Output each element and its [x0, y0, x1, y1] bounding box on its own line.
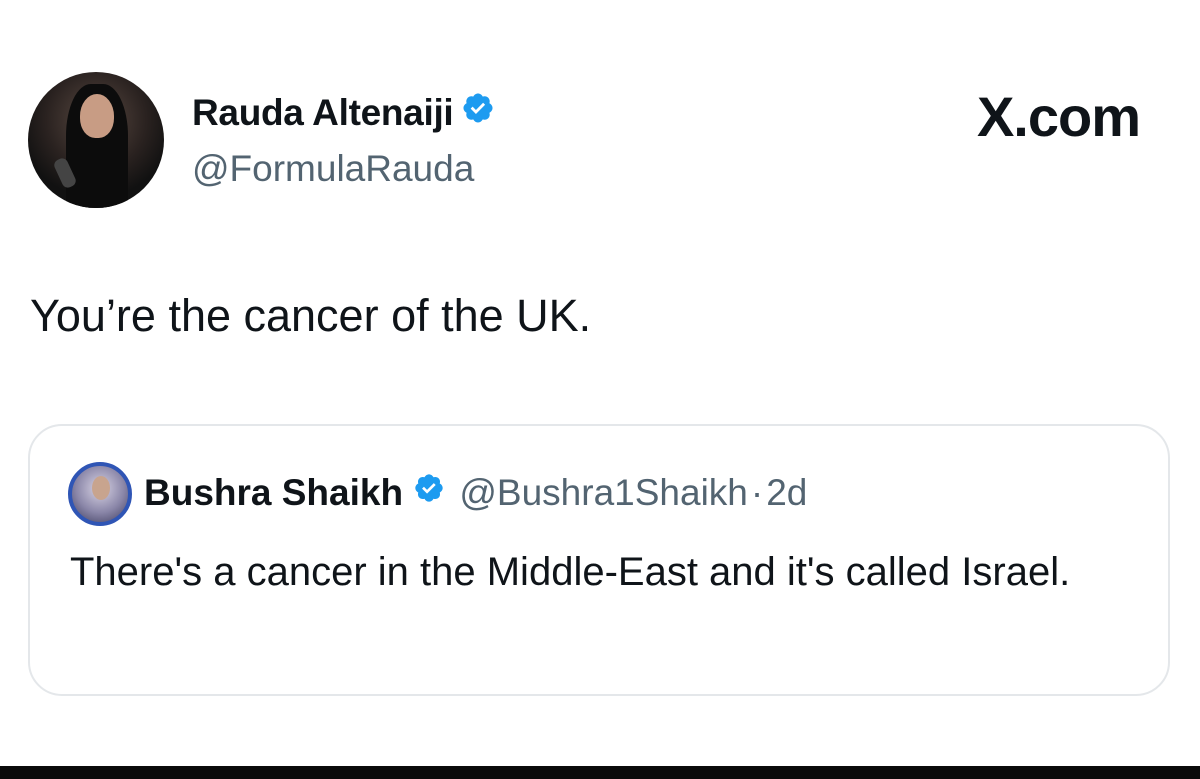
- quoted-tweet[interactable]: Bushra Shaikh @Bushra1Shaikh·2d There's …: [28, 424, 1170, 696]
- author-display-name[interactable]: Rauda Altenaiji: [192, 92, 454, 133]
- quoted-author-name[interactable]: Bushra Shaikh: [144, 472, 403, 513]
- tweet-text: You’re the cancer of the UK.: [30, 290, 592, 341]
- bottom-edge-bar: [0, 766, 1200, 779]
- author-handle[interactable]: @FormulaRauda: [192, 148, 474, 190]
- quoted-tweet-time[interactable]: 2d: [766, 472, 807, 513]
- quoted-author-handle[interactable]: @Bushra1Shaikh: [459, 472, 748, 513]
- author-name[interactable]: Rauda Altenaiji: [192, 92, 495, 137]
- verified-badge-icon: [461, 91, 495, 134]
- tweet-card: Rauda Altenaiji @FormulaRauda X.com You’…: [0, 0, 1200, 766]
- quoted-tweet-header: Bushra Shaikh @Bushra1Shaikh·2d: [144, 472, 807, 516]
- brand-label: X.com: [976, 85, 1141, 148]
- separator-dot: ·: [750, 472, 764, 513]
- quoted-tweet-text: There's a cancer in the Middle-East and …: [70, 550, 1071, 594]
- quoted-author-avatar[interactable]: [68, 462, 132, 526]
- author-avatar[interactable]: [28, 72, 164, 208]
- verified-badge-icon: [413, 471, 445, 513]
